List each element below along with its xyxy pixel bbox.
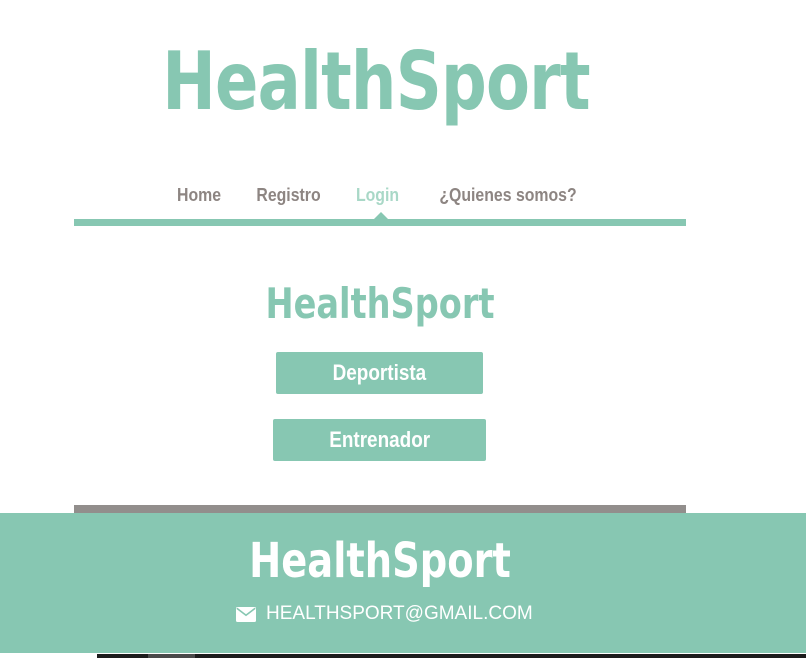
- footer-email-text: HEALTHSPORT@GMAIL.COM: [266, 603, 533, 624]
- site-logo[interactable]: HealthSport: [75, 32, 677, 132]
- deportista-button-label: Deportista: [332, 360, 427, 385]
- deportista-button[interactable]: Deportista: [276, 352, 483, 394]
- main-nav: Home Registro Login ¿Quienes somos?: [74, 178, 686, 212]
- nav-item-quienes-somos[interactable]: ¿Quienes somos?: [427, 185, 589, 206]
- footer-email[interactable]: HEALTHSPORT@GMAIL.COM: [236, 602, 533, 626]
- footer-title: HealthSport: [249, 533, 511, 589]
- entrenador-button-label: Entrenador: [329, 427, 430, 452]
- nav-item-registro[interactable]: Registro: [244, 185, 333, 206]
- footer: HealthSport HEALTHSPORT@GMAIL.COM: [0, 513, 806, 653]
- nav-item-login[interactable]: Login: [344, 185, 412, 206]
- bottom-dark-band-segment: [148, 654, 195, 658]
- entrenador-button[interactable]: Entrenador: [273, 419, 486, 461]
- envelope-icon: [236, 606, 256, 622]
- nav-underline-bar: [74, 219, 686, 226]
- nav-item-home[interactable]: Home: [165, 185, 234, 206]
- page: HealthSport Home Registro Login ¿Quienes…: [0, 0, 806, 658]
- bottom-dark-band: [97, 654, 806, 658]
- page-title: HealthSport: [265, 279, 495, 328]
- active-nav-indicator: [374, 212, 388, 219]
